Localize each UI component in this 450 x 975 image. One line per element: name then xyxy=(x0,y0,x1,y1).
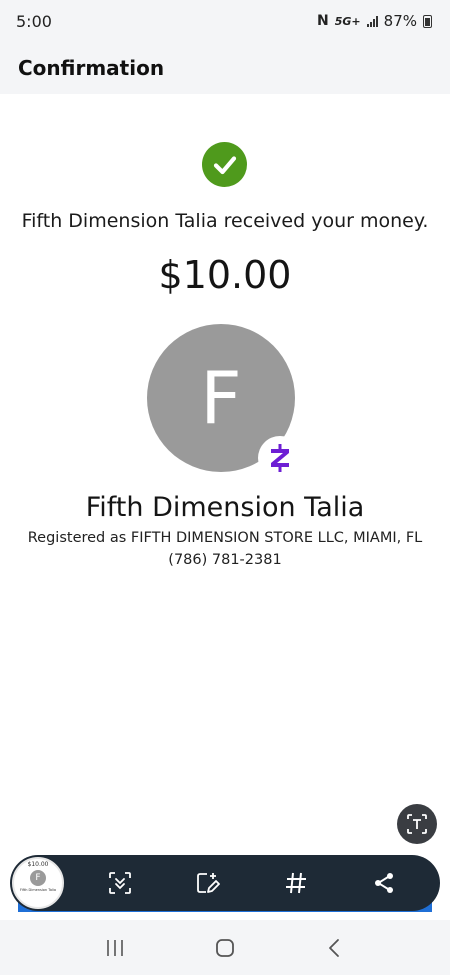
recipient-phone: (786) 781-2381 xyxy=(168,552,282,568)
avatar-initial: F xyxy=(200,356,242,440)
recipient-name: Fifth Dimension Talia xyxy=(85,492,365,523)
hashtag-icon xyxy=(286,872,306,894)
status-time: 5:00 xyxy=(16,11,52,31)
hashtag-button[interactable] xyxy=(282,869,310,897)
battery-percent: 87% xyxy=(383,12,417,30)
share-button[interactable] xyxy=(370,869,398,897)
back-button[interactable] xyxy=(315,928,355,968)
thumbnail-amount: $10.00 xyxy=(27,861,49,868)
network-type: 5G+ xyxy=(334,14,361,28)
signal-icon xyxy=(366,15,378,27)
status-bar: 5:00 N 5G+ 87% xyxy=(0,0,450,42)
amount-sent: $10.00 xyxy=(158,253,292,297)
thumbnail-name: Fifth Dimension Talia xyxy=(19,888,57,892)
page-header: Confirmation xyxy=(0,42,450,94)
recents-button[interactable] xyxy=(95,928,135,968)
extract-text-button[interactable] xyxy=(397,804,437,844)
back-icon xyxy=(329,938,339,957)
scroll-capture-button[interactable] xyxy=(106,869,134,897)
home-button[interactable] xyxy=(205,928,245,968)
home-icon xyxy=(216,938,234,957)
recents-icon xyxy=(107,939,123,956)
draw-button[interactable] xyxy=(194,869,222,897)
screenshot-toolbar: $10.00 F Fifth Dimension Talia xyxy=(10,855,440,911)
thumbnail-avatar: F xyxy=(30,870,46,886)
navigation-bar xyxy=(0,920,450,975)
draw-icon xyxy=(197,873,220,893)
zelle-logo-icon xyxy=(258,436,302,480)
status-icons: N 5G+ 87% xyxy=(317,12,432,30)
nfc-icon: N xyxy=(317,13,329,29)
page-title: Confirmation xyxy=(18,56,165,80)
screenshot-thumbnail[interactable]: $10.00 F Fifth Dimension Talia xyxy=(12,857,64,909)
success-check-icon xyxy=(202,142,247,187)
scroll-capture-icon xyxy=(109,872,131,894)
share-icon xyxy=(375,873,393,893)
text-scan-icon xyxy=(407,814,427,834)
confirmation-message: Fifth Dimension Talia received your mone… xyxy=(21,210,429,232)
registered-as: Registered as FIFTH DIMENSION STORE LLC,… xyxy=(27,530,423,546)
battery-icon xyxy=(423,14,432,28)
